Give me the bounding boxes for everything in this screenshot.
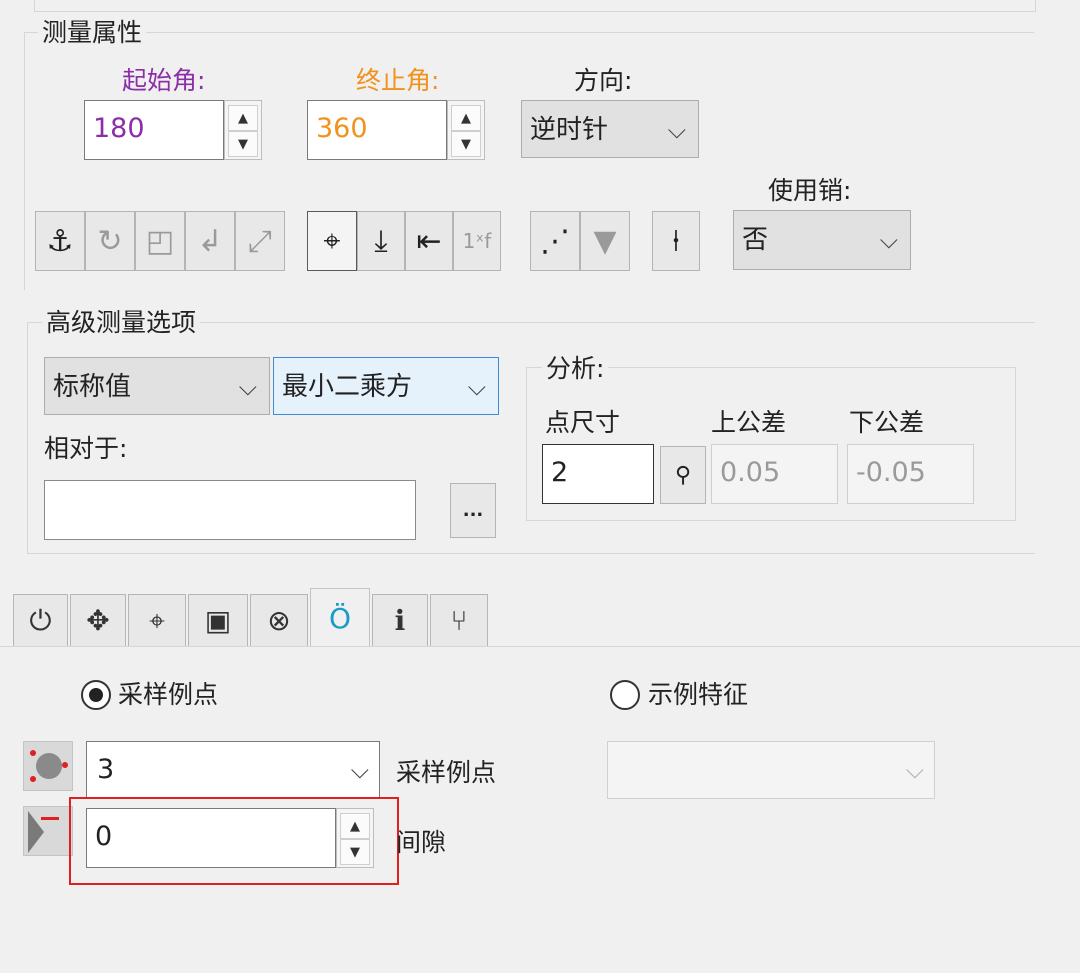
crosshair-icon: ⌖ [149, 603, 165, 637]
use-pin-value: 否 [742, 225, 769, 255]
gap-icon [23, 806, 73, 856]
relative-to-label: 相对于: [44, 434, 128, 463]
gap-label: 间隙 [396, 828, 447, 857]
target-icon: ⊗ [267, 604, 291, 637]
radio-sample-points[interactable] [81, 680, 111, 710]
sample-points-value: 3 [97, 754, 115, 785]
rotate-icon: ↻ [97, 223, 123, 259]
start-angle-spinner[interactable]: ▲ ▼ [224, 100, 262, 160]
align-down-icon: ⤓ [374, 223, 388, 259]
start-angle-label: 起始角: [122, 66, 206, 95]
nominal-select[interactable]: 标称值 ⌵ [44, 357, 270, 415]
direction-value: 逆时针 [530, 115, 609, 145]
upper-tolerance-label: 上公差 [711, 408, 787, 437]
sample-feature-select[interactable]: ⌵ [607, 741, 935, 799]
chevron-down-icon: ⌵ [667, 116, 686, 144]
end-angle-label: 终止角: [356, 66, 440, 95]
top-separator [34, 0, 1036, 12]
lower-tolerance-label: 下公差 [849, 408, 925, 437]
radio-sample-feature[interactable] [610, 680, 640, 710]
spin-up-icon[interactable]: ▲ [340, 813, 370, 839]
fit-method-select[interactable]: 最小二乘方 ⌵ [273, 357, 499, 415]
spin-down-icon[interactable]: ▼ [340, 839, 370, 865]
spin-up-icon[interactable]: ▲ [228, 105, 258, 131]
sample-points-icon [23, 741, 73, 791]
tab-target[interactable]: ⊗ [250, 594, 308, 646]
frame-icon: ◰ [145, 223, 175, 259]
info-icon: ℹ [394, 604, 406, 637]
scale-button[interactable]: ⤢ [235, 211, 285, 271]
chevron-down-icon: ⌵ [905, 756, 924, 784]
lower-tolerance-input[interactable]: -0.05 [847, 444, 974, 504]
crosshair-icon: ⌖ [323, 223, 341, 259]
point-size-label: 点尺寸 [545, 408, 621, 437]
scale-icon: ⤢ [248, 223, 272, 259]
spin-down-icon[interactable]: ▼ [451, 131, 481, 157]
image-icon: ▣ [204, 604, 232, 637]
filter-icon: ▼ [593, 223, 617, 259]
tab-circle-fit[interactable]: Ö [310, 588, 370, 647]
upper-tolerance-input[interactable]: 0.05 [711, 444, 838, 504]
chevron-down-icon: ⌵ [238, 373, 257, 401]
align-down-button[interactable]: ⤓ [357, 211, 405, 271]
rotate-button[interactable]: ↻ [85, 211, 135, 271]
magnifier-points-icon: ⚲ [674, 462, 692, 488]
anchor-button[interactable]: ⚓ [35, 211, 85, 271]
1xf-icon: 1ˣf [462, 229, 492, 253]
tab-info[interactable]: ℹ [372, 594, 428, 646]
relative-to-input[interactable] [44, 480, 416, 540]
pin-icon: ⍿ [672, 223, 680, 259]
circle-fit-icon: Ö [328, 601, 352, 635]
probe-icon: ✥ [86, 604, 110, 637]
direction-label: 方向: [574, 66, 633, 95]
measure-props-title: 测量属性 [38, 18, 147, 48]
dots-button[interactable]: ⋰ [530, 211, 580, 271]
pin-button[interactable]: ⍿ [652, 211, 700, 271]
gap-spinner[interactable]: ▲ ▼ [336, 808, 374, 868]
point-size-input[interactable]: 2 [542, 444, 654, 504]
chevron-down-icon: ⌵ [879, 226, 898, 254]
analysis-title: 分析: [542, 354, 609, 384]
tab-probe[interactable]: ✥ [70, 594, 126, 646]
chevron-down-icon: ⌵ [350, 756, 369, 784]
point-probe-button[interactable]: ⚲ [660, 446, 706, 504]
align-left-button[interactable]: ⇤ [405, 211, 453, 271]
use-pin-select[interactable]: 否 ⌵ [733, 210, 911, 270]
tab-image[interactable]: ▣ [188, 594, 248, 646]
crosshair-button[interactable]: ⌖ [307, 211, 357, 271]
advanced-title: 高级测量选项 [42, 308, 201, 338]
filter-button[interactable]: ▼ [580, 211, 630, 271]
sample-points-label: 采样例点 [396, 758, 497, 787]
tab-fork[interactable]: ⑂ [430, 594, 488, 646]
gap-input[interactable]: 0 [86, 808, 336, 868]
fit-method-value: 最小二乘方 [282, 372, 413, 402]
frame-button[interactable]: ◰ [135, 211, 185, 271]
end-angle-spinner[interactable]: ▲ ▼ [447, 100, 485, 160]
align-left-icon: ⇤ [416, 223, 442, 259]
return-icon: ↲ [197, 223, 223, 259]
direction-select[interactable]: 逆时针 ⌵ [521, 100, 699, 158]
spin-down-icon[interactable]: ▼ [228, 131, 258, 157]
dots-icon: ⋰ [540, 223, 570, 259]
nominal-value: 标称值 [53, 372, 132, 402]
radio-sample-points-label: 采样例点 [118, 680, 219, 709]
chevron-down-icon: ⌵ [467, 373, 486, 401]
use-pin-label: 使用销: [768, 176, 852, 205]
anchor-icon: ⚓ [46, 223, 74, 259]
tab-crosshair[interactable]: ⌖ [128, 594, 186, 646]
spin-up-icon[interactable]: ▲ [451, 105, 481, 131]
sample-points-select[interactable]: 3 ⌵ [86, 741, 380, 799]
radio-sample-feature-label: 示例特征 [648, 680, 749, 709]
start-angle-input[interactable]: 180 [84, 100, 224, 160]
end-angle-input[interactable]: 360 [307, 100, 447, 160]
fork-icon: ⑂ [450, 604, 468, 637]
power-icon: ⏻ [29, 603, 52, 637]
1xf-button[interactable]: 1ˣf [453, 211, 501, 271]
return-button[interactable]: ↲ [185, 211, 235, 271]
tab-power[interactable]: ⏻ [13, 594, 68, 646]
browse-button[interactable]: ... [450, 483, 496, 538]
